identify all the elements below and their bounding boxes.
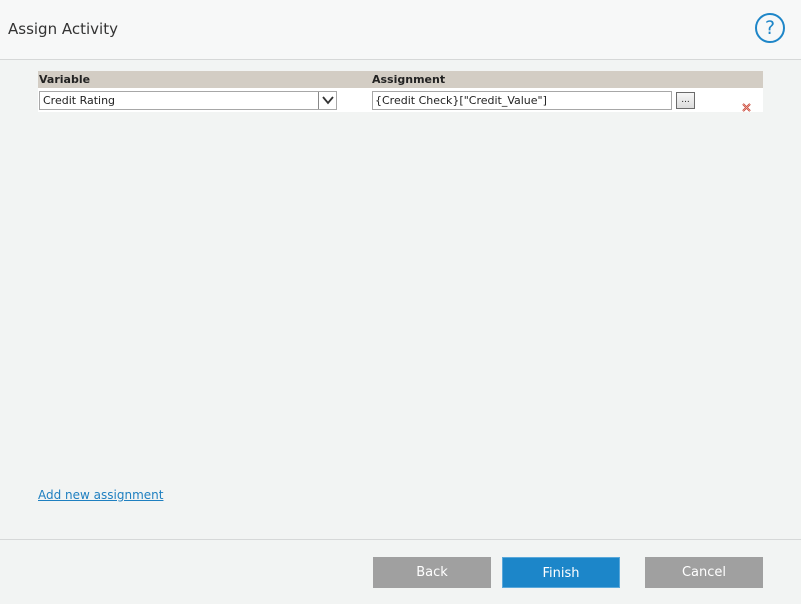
- assignment-table: Variable Assignment Credit Rating {Credi…: [38, 71, 763, 112]
- column-header-variable: Variable: [39, 73, 91, 86]
- dialog-footer: Back Finish Cancel: [0, 539, 801, 604]
- cancel-button[interactable]: Cancel: [645, 557, 763, 588]
- table-header: Variable Assignment: [38, 71, 763, 88]
- dropdown-arrow-icon[interactable]: [318, 92, 336, 109]
- variable-select[interactable]: Credit Rating: [39, 91, 337, 110]
- back-button[interactable]: Back: [373, 557, 491, 588]
- assignment-input[interactable]: {Credit Check}["Credit_Value"]: [372, 91, 672, 110]
- dialog-header: Assign Activity ?: [0, 0, 801, 60]
- table-row: Credit Rating {Credit Check}["Credit_Val…: [38, 88, 763, 112]
- dialog-title: Assign Activity: [8, 20, 118, 38]
- add-new-assignment-link[interactable]: Add new assignment: [38, 488, 163, 502]
- column-header-assignment: Assignment: [372, 73, 446, 86]
- delete-icon[interactable]: [742, 97, 751, 116]
- browse-button[interactable]: ...: [676, 92, 695, 109]
- variable-select-value: Credit Rating: [43, 94, 116, 107]
- help-icon[interactable]: ?: [755, 13, 785, 43]
- finish-button[interactable]: Finish: [502, 557, 620, 588]
